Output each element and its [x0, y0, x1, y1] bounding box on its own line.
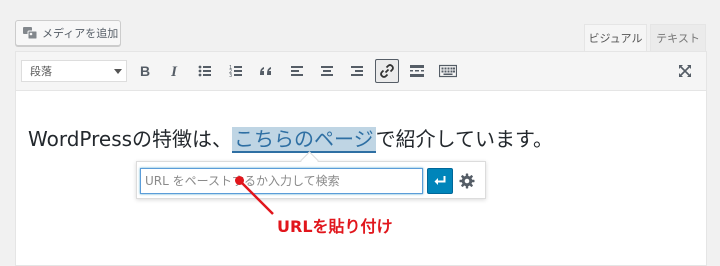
- annotation-dot: [235, 176, 244, 185]
- annotation-line: [239, 180, 274, 215]
- annotation-label: URLを貼り付け: [277, 217, 393, 236]
